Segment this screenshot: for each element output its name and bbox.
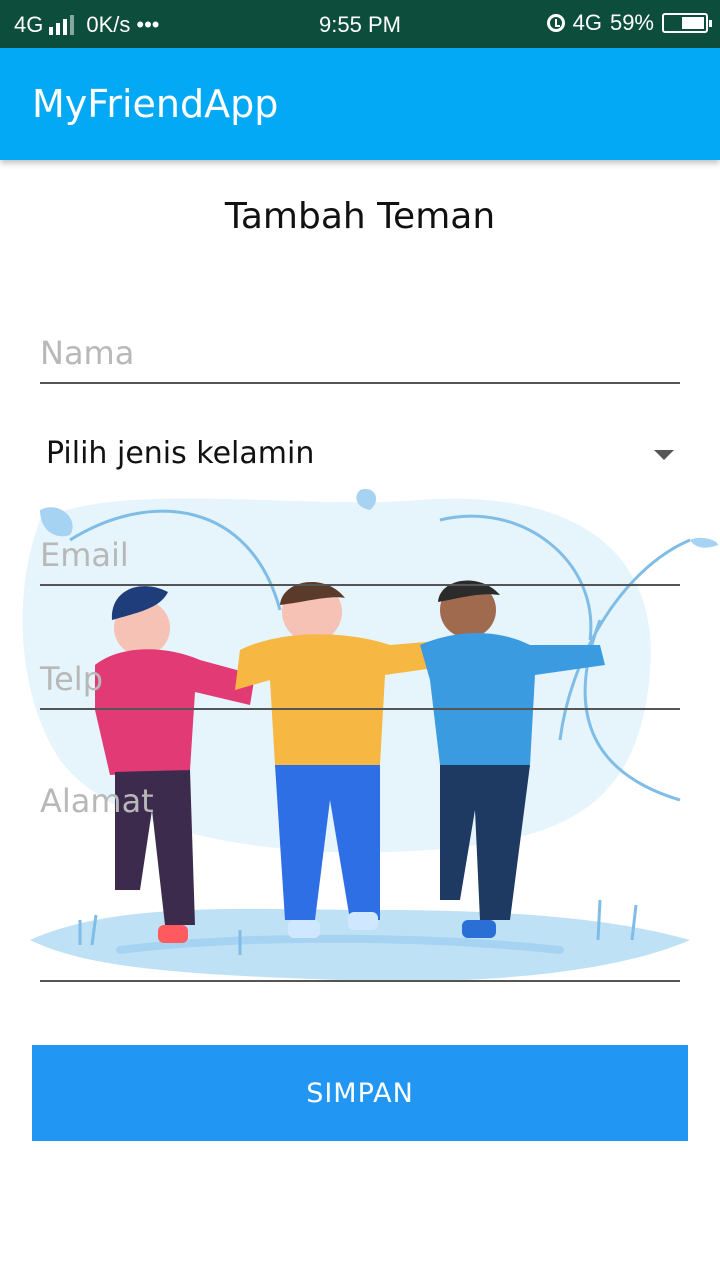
battery-percent: 59%	[609, 10, 654, 35]
email-placeholder: Email	[40, 536, 129, 574]
alarm-icon	[546, 14, 565, 32]
name-placeholder: Nama	[40, 334, 135, 372]
gender-spinner-label: Pilih jenis kelamin	[46, 436, 315, 471]
phone-field[interactable]: Telp	[40, 660, 680, 710]
dropdown-arrow-icon	[654, 450, 674, 460]
address-field[interactable]: Alamat	[40, 782, 680, 982]
email-field[interactable]: Email	[40, 536, 680, 586]
network-type-2: 4G	[572, 10, 602, 35]
status-bar: 4G 0K/s ••• 9:55 PM 4G 59%	[0, 0, 720, 48]
app-bar: MyFriendApp	[0, 48, 720, 160]
status-right: 4G 59%	[546, 10, 712, 36]
battery-level	[681, 17, 704, 29]
save-button[interactable]: SIMPAN	[32, 1045, 688, 1141]
page-title: Tambah Teman	[224, 196, 496, 237]
address-placeholder: Alamat	[40, 782, 154, 820]
app-title: MyFriendApp	[32, 82, 279, 126]
gender-spinner[interactable]: Pilih jenis kelamin	[46, 436, 680, 480]
battery-icon	[662, 13, 712, 33]
phone-placeholder: Telp	[40, 660, 103, 698]
name-field[interactable]: Nama	[40, 334, 680, 384]
